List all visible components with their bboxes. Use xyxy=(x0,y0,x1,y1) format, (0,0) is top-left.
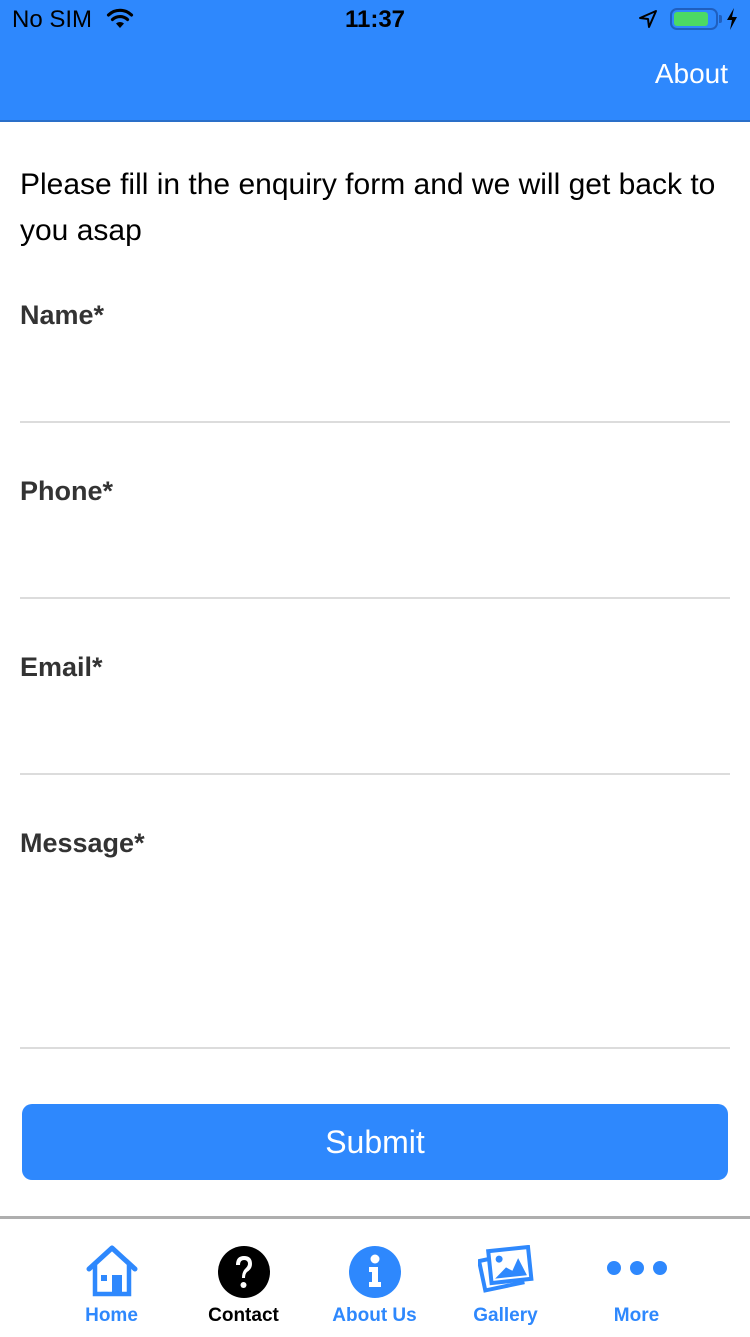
phone-field-group: Phone* xyxy=(20,476,730,599)
more-dots-icon xyxy=(606,1259,668,1282)
email-input[interactable] xyxy=(20,683,730,775)
about-nav-button[interactable]: About xyxy=(655,58,728,90)
email-field-group: Email* xyxy=(20,652,730,775)
phone-label: Phone* xyxy=(20,476,114,506)
tab-bar: Home Contact About Us Gallery More xyxy=(0,1216,750,1337)
info-circle-icon xyxy=(348,1245,402,1304)
message-field-group: Message* xyxy=(20,828,730,1049)
tab-label: Home xyxy=(85,1305,138,1326)
email-label: Email* xyxy=(20,652,103,682)
battery-tip xyxy=(719,15,722,23)
name-input[interactable] xyxy=(20,331,730,423)
message-input[interactable] xyxy=(20,859,730,1049)
status-bar: No SIM 11:37 xyxy=(0,0,750,40)
tab-label: Gallery xyxy=(473,1305,538,1326)
gallery-icon xyxy=(476,1244,534,1300)
tab-label: Contact xyxy=(208,1305,279,1326)
charging-bolt-icon xyxy=(726,8,738,35)
location-arrow-icon xyxy=(638,9,658,34)
submit-button[interactable]: Submit xyxy=(22,1104,728,1180)
battery-level xyxy=(674,12,708,26)
name-field-group: Name* xyxy=(20,300,730,423)
tab-contact[interactable]: Contact xyxy=(178,1219,309,1337)
app-header: No SIM 11:37 About xyxy=(0,0,750,122)
intro-text: Please fill in the enquiry form and we w… xyxy=(20,168,716,247)
question-circle-icon xyxy=(217,1245,271,1304)
tab-label: About Us xyxy=(332,1305,417,1326)
tab-more[interactable]: More xyxy=(571,1219,702,1337)
name-label: Name* xyxy=(20,300,105,330)
message-label: Message* xyxy=(20,828,145,858)
home-icon xyxy=(85,1245,139,1302)
phone-input[interactable] xyxy=(20,507,730,599)
tab-home[interactable]: Home xyxy=(46,1219,177,1337)
tab-gallery[interactable]: Gallery xyxy=(440,1219,571,1337)
tab-label: More xyxy=(613,1305,660,1326)
tab-about-us[interactable]: About Us xyxy=(309,1219,440,1337)
battery-icon xyxy=(670,8,718,30)
